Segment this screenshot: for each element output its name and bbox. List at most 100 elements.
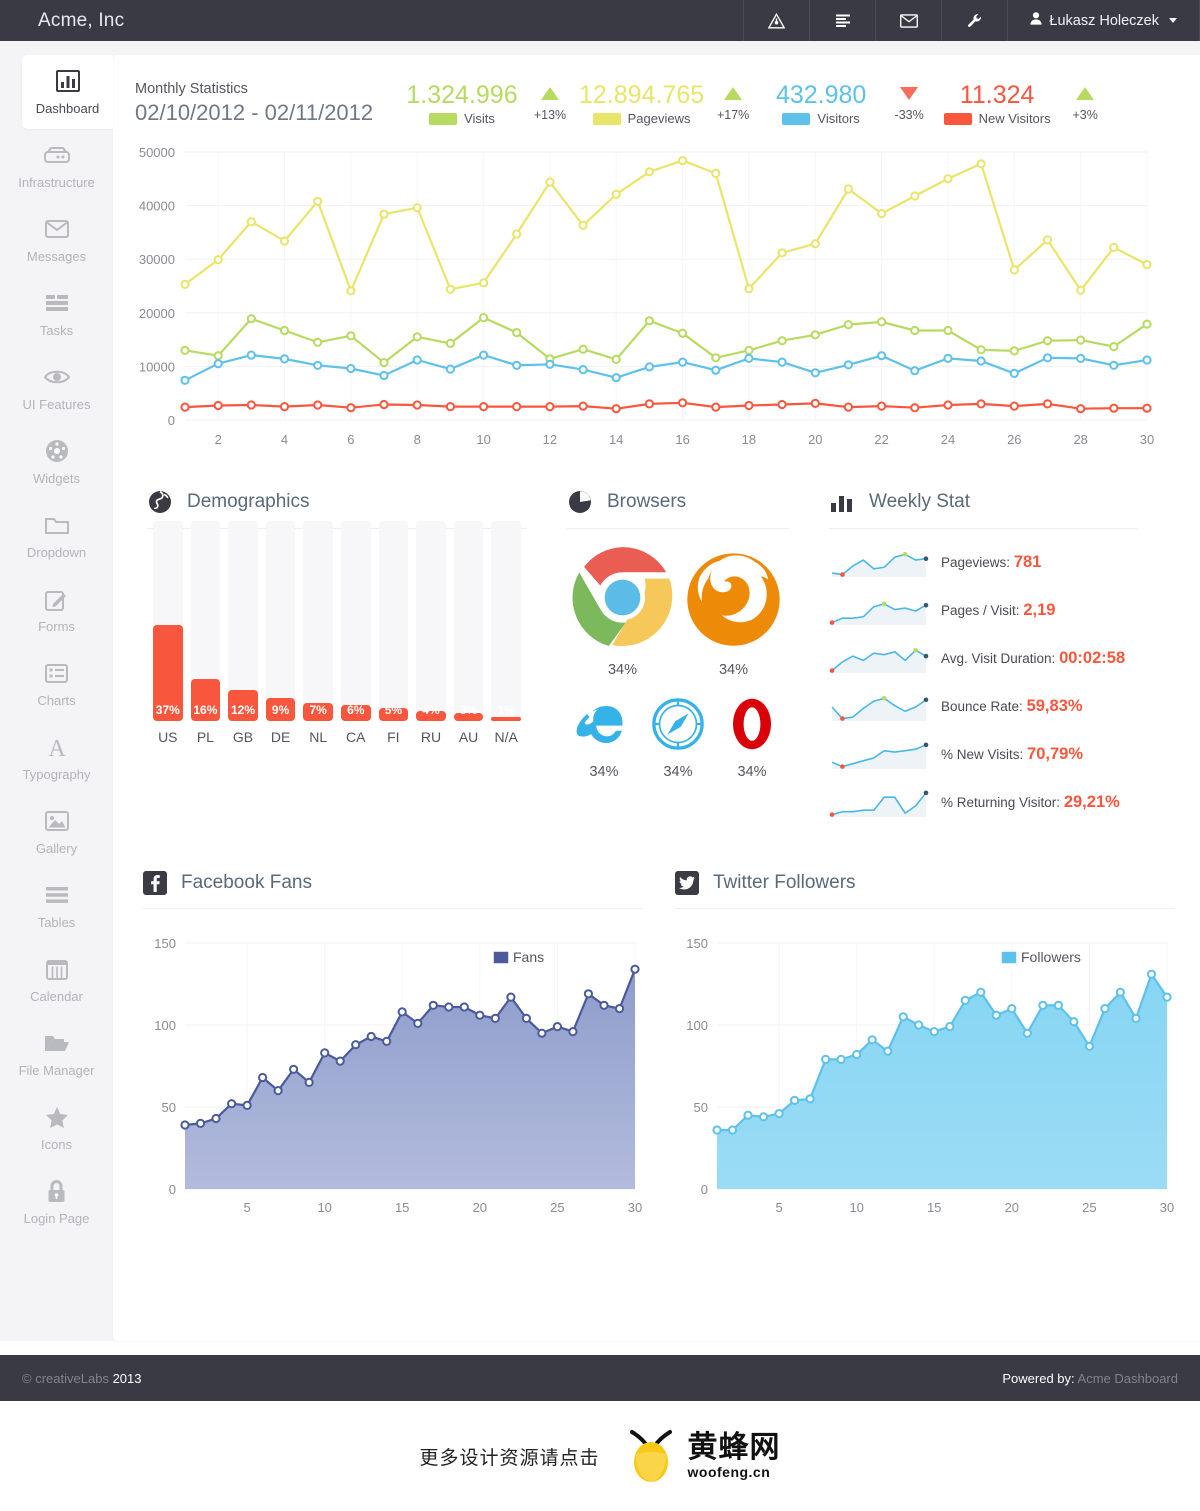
woofeng-logo: 黄蜂网 woofeng.cn [622,1428,781,1484]
demographics-bar-au[interactable]: 3% AU [453,521,484,745]
demographics-bar-pl[interactable]: 16% PL [190,521,221,745]
bar-track: 5% [378,521,409,721]
browser-item-chrome[interactable]: 34% [567,545,678,678]
demographics-bar-ru[interactable]: 4% RU [416,521,446,745]
server-icon [43,142,70,168]
bar-fill: 9% [265,698,296,721]
wrench-icon[interactable] [941,0,1007,41]
sidebar-item-file-manager[interactable]: File Manager [0,1017,113,1091]
demographics-bar-gb[interactable]: 12% GB [228,521,258,745]
user-avatar-icon [1030,12,1042,29]
user-menu[interactable]: Łukasz Holeczek [1007,0,1200,41]
bar-fill: 5% [378,703,409,721]
sidebar-item-forms[interactable]: Forms [0,573,113,647]
sparkline-chart [831,552,929,577]
svg-text:30: 30 [1160,1200,1174,1215]
metric-delta-block: +3% [1056,81,1114,122]
svg-text:2: 2 [215,432,222,447]
bar-label: RU [420,729,442,745]
watermark-text: 更多设计资源请点击 [419,1447,600,1469]
svg-text:100: 100 [154,1018,176,1033]
sidebar-item-calendar[interactable]: Calendar [0,943,113,1017]
sidebar-item-tasks[interactable]: Tasks [0,277,113,351]
svg-text:10: 10 [476,432,490,447]
metric-label: Pageviews [627,111,691,126]
twitter-followers-area-chart: 0 50 100 150 5 10 15 20 25 30 Followers [686,936,1174,1215]
browser-pct: 34% [737,764,767,780]
brand-title[interactable]: Acme, Inc [0,0,124,41]
browser-pct: 34% [607,662,638,678]
sidebar-item-label: Forms [38,619,75,634]
sidebar-item-login-page[interactable]: Login Page [0,1165,113,1239]
demographics-bar-nl[interactable]: 7% NL [303,521,333,745]
weekly-stat-text: Pages / Visit: 2,19 [941,601,1055,620]
powered-name[interactable]: Acme Dashboard [1078,1371,1178,1386]
demographics-bar-ca[interactable]: 6% CA [340,521,371,745]
svg-text:4: 4 [281,432,288,447]
watermark-cn: woofeng.cn [687,1463,771,1480]
sidebar-item-label: Icons [40,1137,73,1152]
dashboard-gauge-icon [45,438,69,464]
sidebar-item-infrastructure[interactable]: Infrastructure [0,129,113,203]
page-footer: © creativeLabs 2013 Powered by: Acme Das… [0,1355,1200,1401]
svg-text:5: 5 [243,1200,250,1215]
sidebar-item-typography[interactable]: A Typography [0,721,113,795]
demographics-bar-na[interactable]: 1% N/A [491,521,521,745]
demographics-panel: Demographics 37% US 16% PL 12% GB 9% DE 7% NL 6% CA… [127,473,547,855]
sidebar-item-dashboard[interactable]: Dashboard [22,55,113,129]
metric-label: New Visitors [978,111,1051,126]
sidebar-item-gallery[interactable]: Gallery [0,795,113,869]
bar-fill: 12% [228,690,258,721]
envelope-icon [44,216,69,242]
sidebar-item-ui-features[interactable]: UI Features [0,351,113,425]
demographics-bar-de[interactable]: 9% DE [265,521,296,745]
weekly-stat-label: % New Visits: [941,746,1024,762]
sidebar-item-icons[interactable]: Icons [0,1091,113,1165]
svg-text:5: 5 [775,1200,782,1215]
list-icon[interactable] [809,0,875,41]
facebook-fans-panel: Facebook Fans 0 50 100 150 5 10 15 20 25 30 Fans [127,855,659,1236]
browser-item-ie[interactable]: 34% [567,696,641,780]
copyright-brand[interactable]: creativeLabs [35,1371,109,1386]
envelope-icon[interactable] [875,0,941,41]
social-charts-row: Facebook Fans 0 50 100 150 5 10 15 20 25 30 Fans T… [113,855,1200,1252]
date-range: 02/10/2012 - 02/11/2012 [135,100,374,125]
metric-delta-block: +13% [521,81,579,122]
warning-icon[interactable] [743,0,809,41]
svg-text:50000: 50000 [139,145,175,160]
weekly-stat-title: Weekly Stat [869,491,971,512]
browser-item-opera[interactable]: 34% [715,696,789,780]
sidebar-item-charts[interactable]: Charts [0,647,113,721]
bar-track: 4% [416,521,446,721]
weekly-stat-rows: Pageviews: 781 Pages / Visit: 2,19 Avg. Vi… [829,545,1137,819]
sidebar-item-dropdown[interactable]: Dropdown [0,499,113,573]
svg-text:25: 25 [550,1200,564,1215]
bar-label: AU [458,729,479,745]
demographics-bar-us[interactable]: 37% US [153,521,183,745]
sidebar-item-messages[interactable]: Messages [0,203,113,277]
browser-item-firefox[interactable]: 34% [678,545,789,678]
demographics-bar-fi[interactable]: 5% FI [378,521,409,745]
sidebar-item-tables[interactable]: Tables [0,869,113,943]
svg-text:24: 24 [941,432,955,447]
weekly-stat-header: Weekly Stat [829,489,1137,529]
weekly-stat-value: 70,79% [1027,744,1084,763]
svg-text:10000: 10000 [139,359,175,374]
metric-value: 12.894.765 [579,81,705,109]
svg-text:22: 22 [874,432,888,447]
svg-text:26: 26 [1007,432,1021,447]
calendar-icon [45,956,68,982]
browser-item-safari[interactable]: 34% [641,696,715,780]
browsers-header: Browsers [567,489,789,529]
bar-track: 7% [303,521,333,721]
browser-pct: 34% [589,764,619,780]
ie-icon [576,706,623,744]
opera-icon [732,698,771,750]
page-title: Monthly Statistics [135,81,248,97]
star-icon [45,1104,69,1130]
bar-track: 3% [453,521,484,721]
sidebar-item-widgets[interactable]: Widgets [0,425,113,499]
metric-new-visitors: 11.324 New Visitors +3% [938,81,1114,126]
svg-text:30: 30 [1140,432,1154,447]
weekly-stat-text: % New Visits: 70,79% [941,745,1083,764]
